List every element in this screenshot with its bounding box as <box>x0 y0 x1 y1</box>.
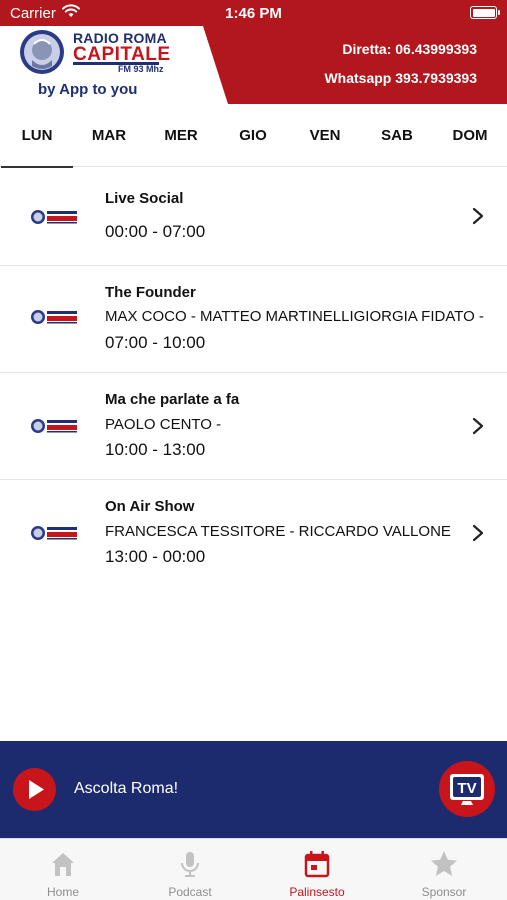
tagline: by App to you <box>38 81 138 98</box>
nav-label: Palinsesto <box>289 885 345 899</box>
chevron-right-icon <box>472 417 484 435</box>
tab-mer[interactable]: MER <box>145 104 217 167</box>
nav-sponsor[interactable]: Sponsor <box>381 839 507 900</box>
program-hosts: PAOLO CENTO - <box>105 416 222 433</box>
player-label: Ascolta Roma! <box>74 780 179 797</box>
station-logo-icon <box>31 210 77 224</box>
tv-label: TV <box>457 780 476 797</box>
tab-mar[interactable]: MAR <box>73 104 145 167</box>
station-logo-icon <box>31 526 77 540</box>
bottom-nav: Home Podcast Palinsesto Sponsor <box>0 838 507 900</box>
tab-label: MAR <box>91 127 127 144</box>
schedule-row[interactable]: On Air Show FRANCESCA TESSITORE - RICCAR… <box>0 480 507 586</box>
program-time: 13:00 - 00:00 <box>105 547 206 566</box>
program-time: 00:00 - 07:00 <box>105 222 206 241</box>
nav-label: Podcast <box>168 885 212 899</box>
battery-icon <box>470 6 500 19</box>
station-logo-icon <box>31 419 77 433</box>
day-tabs: LUN MAR MER GIO VEN SAB DOM <box>0 104 507 168</box>
home-icon <box>52 853 74 876</box>
nav-label: Home <box>46 885 79 899</box>
program-time: 10:00 - 13:00 <box>105 440 206 459</box>
tab-label: SAB <box>381 127 413 144</box>
schedule-row[interactable]: Live Social 00:00 - 07:00 <box>0 168 507 266</box>
status-time: 1:46 PM <box>225 5 282 22</box>
play-icon <box>29 780 44 799</box>
tab-lun[interactable]: LUN <box>1 104 73 168</box>
tab-sab[interactable]: SAB <box>361 104 433 167</box>
nav-home[interactable]: Home <box>0 839 126 900</box>
program-hosts: MAX COCO - MATTEO MARTINELLIGIORGIA FIDA… <box>105 308 484 325</box>
tab-label: DOM <box>452 127 488 144</box>
program-title: The Founder <box>105 284 196 301</box>
tab-label: VEN <box>309 127 341 144</box>
tab-label: GIO <box>239 127 267 144</box>
program-hosts: FRANCESCA TESSITORE - RICCARDO VALLONE <box>105 523 451 540</box>
whatsapp-link[interactable]: Whatsapp 393.7939393 <box>324 70 477 86</box>
tab-gio[interactable]: GIO <box>217 104 289 167</box>
logo-frequency: FM 93 Mhz <box>118 64 164 74</box>
nav-label: Sponsor <box>421 885 467 899</box>
nav-palinsesto[interactable]: Palinsesto <box>254 839 380 900</box>
schedule-list: Live Social 00:00 - 07:00 The Founder MA… <box>0 168 507 586</box>
program-title: Live Social <box>105 190 184 207</box>
schedule-row[interactable]: Ma che parlate a fa PAOLO CENTO - 10:00 … <box>0 373 507 480</box>
header: RADIO ROMA CAPITALE FM 93 Mhz by App to … <box>0 26 507 104</box>
tv-button[interactable]: TV <box>439 761 495 817</box>
diretta-phone-link[interactable]: Diretta: 06.43999393 <box>342 41 477 57</box>
nav-podcast[interactable]: Podcast <box>127 839 253 900</box>
program-title: On Air Show <box>105 498 195 515</box>
microphone-icon <box>181 852 199 877</box>
tab-label: LUN <box>21 127 53 144</box>
tv-icon: TV <box>450 774 484 805</box>
star-icon <box>431 851 457 876</box>
player-bar: Ascolta Roma! TV <box>0 741 507 838</box>
tab-ven[interactable]: VEN <box>289 104 361 167</box>
tab-label: MER <box>164 127 198 144</box>
play-button[interactable] <box>13 768 56 811</box>
chevron-right-icon <box>472 207 484 225</box>
program-time: 07:00 - 10:00 <box>105 333 206 352</box>
schedule-row[interactable]: The Founder MAX COCO - MATTEO MARTINELLI… <box>0 266 507 373</box>
status-bar: Carrier 1:46 PM <box>0 0 507 26</box>
chevron-right-icon <box>472 524 484 542</box>
program-title: Ma che parlate a fa <box>105 391 240 408</box>
logo-panel: RADIO ROMA CAPITALE FM 93 Mhz by App to … <box>0 26 228 104</box>
tab-dom[interactable]: DOM <box>434 104 506 167</box>
calendar-icon <box>304 851 330 878</box>
station-logo-icon <box>31 310 77 324</box>
